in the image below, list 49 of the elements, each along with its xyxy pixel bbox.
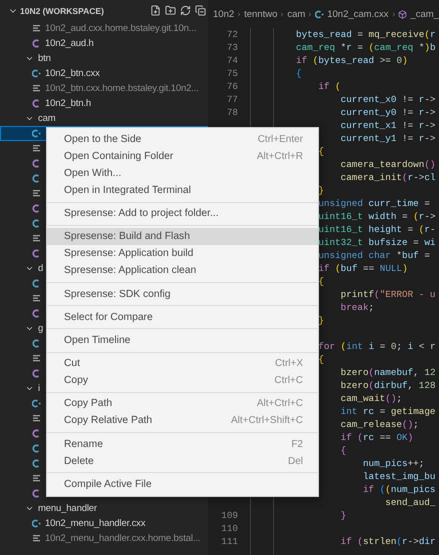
line-number: 109	[221, 509, 238, 522]
line-number: 75	[226, 67, 238, 80]
code-line: {	[318, 275, 324, 288]
code-line: bytes_read = mq_receive(r	[296, 28, 436, 41]
code-line: cam_wait();	[340, 392, 402, 405]
code-line: {	[340, 444, 346, 457]
code-line: if (	[318, 80, 341, 93]
code-line: bzero(dirbuf, 128	[340, 379, 436, 392]
line-number: 78	[226, 106, 238, 119]
code-line: if (bytes_read >= 0)	[296, 54, 408, 67]
code-line: {	[318, 353, 324, 366]
code-line: uint16_t height = (r-	[318, 223, 436, 236]
line-number: 110	[221, 522, 238, 535]
code-line: uint16_t width = (r->	[318, 210, 436, 223]
code-line: if ((num_pics	[362, 483, 436, 496]
code-line: for (int i = 0; i < r	[318, 340, 436, 353]
line-number: 72	[226, 28, 238, 41]
line-number: 76	[226, 80, 238, 93]
code-line: }	[318, 314, 324, 327]
code-line: cam_release();	[340, 418, 419, 431]
code-line: latest_img_bu	[362, 470, 436, 483]
line-number: 77	[226, 93, 238, 106]
line-number: 73	[226, 41, 238, 54]
code-line: printf("ERROR - u	[340, 288, 436, 301]
code-line: int rc = getimage	[340, 405, 436, 418]
code-line: current_y1 != r->	[340, 132, 436, 145]
workspace-title: 10N2 (WORKSPACE)	[20, 6, 104, 16]
line-number: 111	[221, 535, 238, 548]
code-line: if (rc == OK)	[340, 431, 414, 444]
code-line: uint32_t bufsize = wi	[318, 236, 436, 249]
code-line: {	[296, 67, 302, 80]
code-line: send_aud_	[385, 496, 436, 509]
code-line: if (strlen(r->dir	[340, 535, 436, 548]
code-line: camera_init(r->cl	[340, 171, 436, 184]
code-line: bzero(namebuf, 12	[340, 366, 436, 379]
code-line: current_y0 != r->	[340, 106, 436, 119]
code-line: camera_teardown()	[340, 158, 436, 171]
code-line: }	[318, 184, 324, 197]
code-line: current_x1 != r->	[340, 119, 436, 132]
code-line: if (buf == NULL)	[318, 262, 408, 275]
code-line: cam_req *r = (cam_req *)b	[296, 41, 436, 54]
line-number: 74	[226, 54, 238, 67]
code-line: num_pics++;	[362, 457, 424, 470]
code-line: {	[318, 145, 324, 158]
code-line: current_x0 != r->	[340, 93, 436, 106]
code-line: break;	[340, 301, 374, 314]
code-line: unsigned curr_time =	[318, 197, 430, 210]
code-line: }	[340, 509, 346, 522]
code-line: unsigned char *buf =	[318, 249, 430, 262]
